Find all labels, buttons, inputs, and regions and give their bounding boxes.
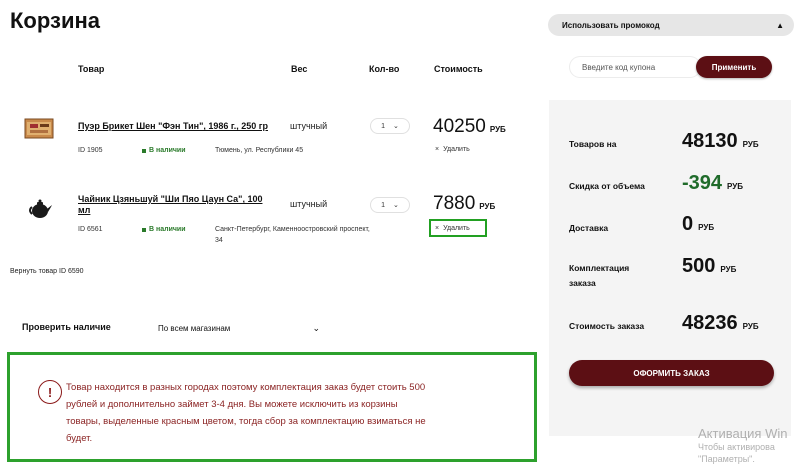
- order-total-label: Стоимость заказа: [569, 321, 645, 331]
- product-id: ID 6561: [78, 226, 103, 233]
- store-address: Санкт-Петербург, Каменноостровский просп…: [215, 224, 370, 246]
- quantity-value: 1: [381, 201, 386, 209]
- exclamation-icon: !: [38, 380, 62, 404]
- warning-line: рублей и дополнительно займет 3-4 дня. В…: [66, 399, 398, 410]
- product-name-link[interactable]: Чайник Цзяньшуй "Ши Пяо Цаун Са", 100 мл: [78, 194, 262, 216]
- goods-total-label: Товаров на: [569, 139, 617, 149]
- product-name-line: Чайник Цзяньшуй "Ши Пяо Цаун Са", 100: [78, 194, 263, 204]
- coupon-code-input[interactable]: [570, 57, 700, 77]
- delivery: 0 РУБ: [682, 213, 714, 236]
- chevron-down-icon: ⌄: [312, 322, 320, 333]
- chevron-up-icon: ▲: [776, 20, 784, 30]
- assembly-currency: РУБ: [720, 265, 737, 274]
- assembly-cost: 500 РУБ: [682, 255, 736, 278]
- assembly-label-line: Комплектация: [569, 263, 630, 273]
- watermark-line: Чтобы активирова: [698, 442, 775, 452]
- goods-total-currency: РУБ: [742, 140, 759, 149]
- delete-item-button[interactable]: × Удалить: [435, 146, 470, 153]
- watermark-line: Активация Win: [698, 426, 788, 441]
- price-value: 40250: [433, 116, 486, 137]
- apply-coupon-button[interactable]: Применить: [696, 56, 772, 78]
- checkout-button[interactable]: ОФОРМИТЬ ЗАКАЗ: [569, 360, 774, 386]
- discount-currency: РУБ: [727, 182, 743, 191]
- chevron-down-icon: ⌄: [393, 123, 399, 130]
- stock-dot-icon: [142, 227, 146, 232]
- watermark-line: "Параметры".: [698, 454, 755, 464]
- stock-status: В наличии: [142, 147, 186, 154]
- page-title: Корзина: [10, 8, 100, 33]
- teapot-icon: [29, 199, 52, 218]
- store-address-line: Санкт-Петербург, Каменноостровский просп…: [215, 226, 370, 233]
- promo-code-toggle[interactable]: Использовать промокод ▲: [548, 14, 794, 36]
- assembly-label: Комплектация заказа: [569, 261, 629, 291]
- quantity-select[interactable]: 1 ⌄: [370, 197, 410, 213]
- store-filter-value: По всем магазинам: [158, 323, 231, 333]
- product-name-line: мл: [78, 205, 91, 215]
- price: 40250 РУБ: [433, 116, 506, 138]
- delete-label: Удалить: [443, 224, 470, 232]
- price: 7880 РУБ: [433, 193, 495, 215]
- assembly-value: 500: [682, 255, 716, 277]
- weight-value: штучный: [290, 199, 328, 209]
- stock-status: В наличии: [142, 226, 186, 233]
- quantity-select[interactable]: 1 ⌄: [370, 118, 410, 134]
- delivery-label: Доставка: [569, 223, 609, 233]
- discount-label: Скидка от объема: [569, 181, 645, 191]
- column-header-qty: Кол-во: [369, 64, 400, 74]
- goods-total: 48130 РУБ: [682, 130, 759, 153]
- column-header-cost: Стоимость: [434, 64, 483, 74]
- warning-line: Товар находится в разных городах поэтому…: [66, 382, 426, 393]
- goods-total-value: 48130: [682, 130, 738, 152]
- store-address: Тюмень, ул. Республики 45: [215, 147, 304, 154]
- delivery-currency: РУБ: [698, 223, 715, 232]
- close-icon: ×: [435, 224, 440, 232]
- order-total-value: 48236: [682, 312, 738, 334]
- quantity-value: 1: [381, 122, 386, 130]
- assembly-label-line: заказа: [569, 278, 596, 288]
- product-image-tea-brick[interactable]: [24, 114, 54, 142]
- tea-brick-icon: [24, 118, 54, 139]
- stock-status-label: В наличии: [149, 147, 186, 154]
- delete-label: Удалить: [443, 146, 470, 153]
- warning-text: Товар находится в разных городах поэтому…: [66, 379, 516, 447]
- discount-value: -394: [682, 172, 723, 194]
- order-total-currency: РУБ: [742, 322, 759, 331]
- delete-item-button[interactable]: × Удалить: [429, 219, 487, 237]
- price-value: 7880: [433, 193, 476, 214]
- product-image-teapot[interactable]: [27, 197, 57, 225]
- promo-header-label: Использовать промокод: [562, 20, 660, 30]
- warning-line: товары, выделенные красным цветом, тогда…: [66, 416, 426, 427]
- product-id: ID 1905: [78, 147, 103, 154]
- delivery-value: 0: [682, 213, 694, 235]
- warning-line: будет.: [66, 433, 93, 444]
- price-currency: РУБ: [489, 125, 506, 134]
- store-address-line: 34: [215, 237, 223, 244]
- availability-label: Проверить наличие: [22, 322, 111, 332]
- stock-dot-icon: [142, 148, 146, 153]
- assembly-warning: ! Товар находится в разных городах поэто…: [7, 352, 537, 462]
- product-name-link[interactable]: Пуэр Брикет Шен "Фэн Тин", 1986 г., 250 …: [78, 121, 268, 132]
- order-total: 48236 РУБ: [682, 312, 759, 335]
- column-header-weight: Вес: [291, 64, 308, 74]
- weight-value: штучный: [290, 121, 328, 131]
- column-header-product: Товар: [78, 64, 105, 74]
- store-filter-select[interactable]: По всем магазинам ⌄: [158, 320, 320, 336]
- price-currency: РУБ: [479, 202, 496, 211]
- restore-item-link[interactable]: Вернуть товар ID 6590: [10, 268, 84, 275]
- stock-status-label: В наличии: [149, 226, 186, 233]
- windows-activation-watermark: Активация Win Чтобы активирова "Параметр…: [698, 426, 800, 470]
- close-icon: ×: [435, 146, 440, 153]
- discount: -394 РУБ: [682, 172, 743, 195]
- chevron-down-icon: ⌄: [393, 202, 399, 209]
